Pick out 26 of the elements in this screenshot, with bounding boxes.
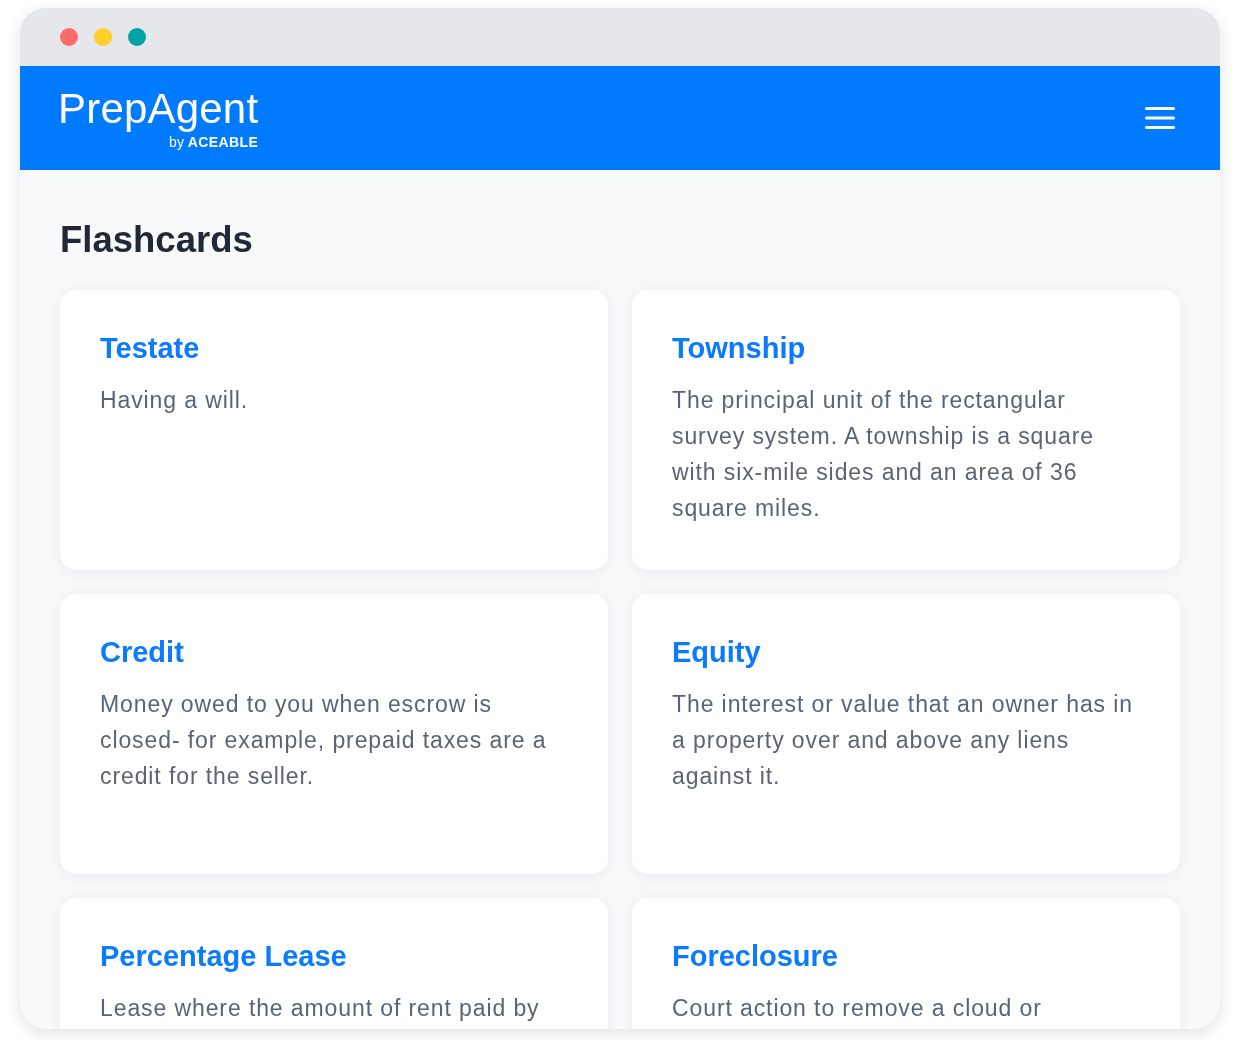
window-dot-icon[interactable] (128, 28, 146, 46)
menu-button[interactable] (1145, 107, 1175, 129)
card-definition: Court action to remove a cloud or (672, 994, 1043, 1023)
logo-byline: by ACEABLE (169, 134, 259, 150)
flashcard[interactable]: Testate Having a will. (60, 290, 608, 570)
flashcard[interactable]: Township The principal unit of the rectangular survey system. A township is a square with six-mile sides and an area of 36 square miles. (632, 290, 1180, 570)
flashcard[interactable]: Equity The interest or value that an owner has in a property over and above any liens against it. (632, 594, 1180, 874)
logo-wordmark[interactable]: PrepAgent (58, 84, 259, 134)
card-term: Township (672, 331, 806, 366)
card-definition: Having a will. (100, 386, 250, 415)
card-term: Percentage Lease (100, 939, 347, 974)
card-definition: Money owed to you when escrow is closed- for example, prepaid taxes are a credit for the seller. (100, 690, 548, 791)
flashcard[interactable]: Credit Money owed to you when escrow is closed- for example, prepaid taxes are a credit for the seller. (60, 594, 608, 874)
flashcard[interactable]: Foreclosure Court action to remove a cloud or (632, 898, 1180, 1029)
card-term: Foreclosure (672, 939, 838, 974)
page-title: Flashcards (60, 220, 253, 260)
window-dot-icon[interactable] (60, 28, 78, 46)
card-term: Equity (672, 635, 761, 670)
card-definition: Lease where the amount of rent paid by (100, 994, 541, 1023)
card-definition: The interest or value that an owner has in a property over and above any liens against it. (672, 690, 1134, 791)
card-term: Credit (100, 635, 184, 670)
window-dot-icon[interactable] (94, 28, 112, 46)
flashcard[interactable]: Percentage Lease Lease where the amount of rent paid by (60, 898, 608, 1029)
card-definition: The principal unit of the rectangular survey system. A township is a square with six-mile sides and an area of 36 square miles. (672, 386, 1095, 523)
card-term: Testate (100, 331, 200, 366)
menu-icon (1145, 107, 1175, 129)
